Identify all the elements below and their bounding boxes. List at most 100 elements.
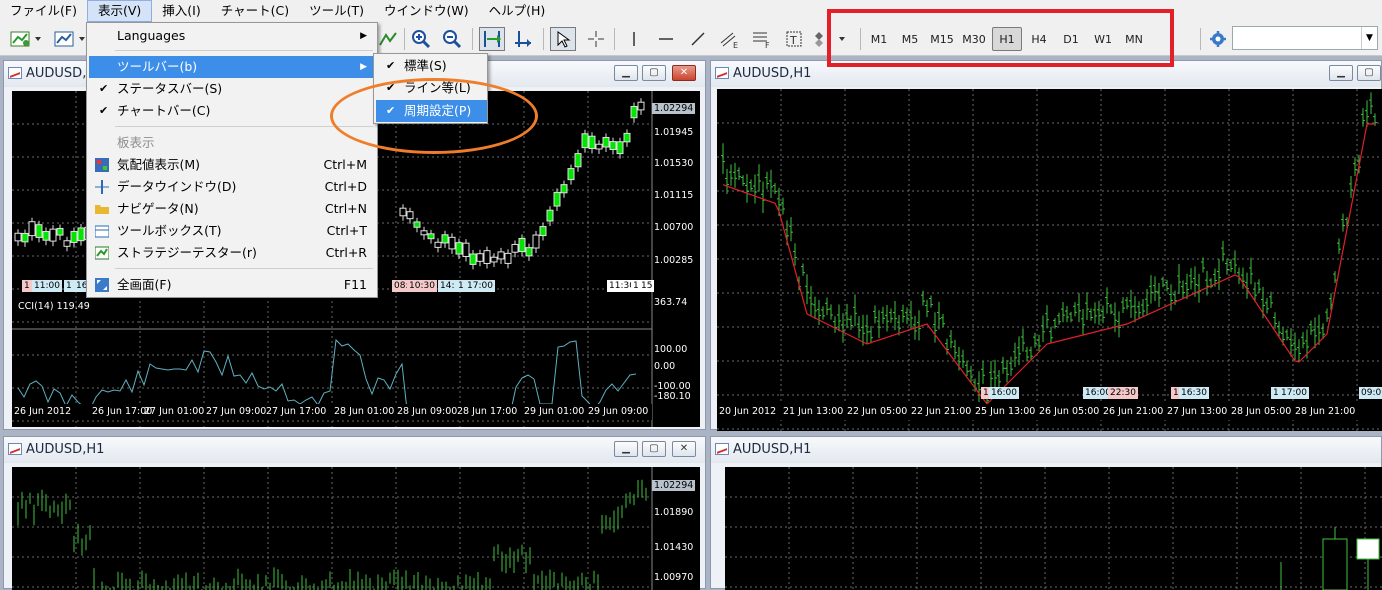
menu-help[interactable]: ヘルプ(H) (479, 0, 556, 22)
time-label: 28 Jun 09:00 (397, 406, 458, 417)
time-label: 27 Jun 01:00 (144, 406, 205, 417)
candle (483, 250, 491, 264)
menu-bar: ファイル(F) 表示(V) 挿入(I) チャート(C) ツール(T) ウインドウ… (0, 0, 1382, 22)
chart-canvas[interactable] (717, 89, 1382, 431)
price-label: 1.01945 (654, 127, 694, 138)
maximize-button[interactable]: ▢ (1357, 65, 1381, 81)
menu-chart[interactable]: チャート(C) (211, 0, 299, 22)
candle (420, 230, 428, 236)
menu-item-statusbar[interactable]: ✔ ステータスバー(S) (89, 78, 375, 100)
chart-window-2[interactable]: AUDUSD,H1 ▁ ▢ 1 16:00 16:00 22:30 1 16:3… (710, 60, 1382, 431)
menu-item-depth-of-market: 板表示 (117, 135, 155, 150)
close-button[interactable]: ✕ (672, 441, 696, 457)
candle (462, 242, 470, 257)
menu-item-toolbar[interactable]: ツールバー(b) ▶ (89, 56, 375, 78)
menu-item-languages[interactable]: Languages ▶ (89, 25, 375, 47)
search-combo[interactable]: ▼ (1232, 26, 1378, 50)
horizontal-line-icon[interactable] (655, 27, 677, 51)
candle (35, 224, 43, 238)
maximize-button[interactable]: ▢ (642, 65, 666, 81)
chart-window-3[interactable]: AUDUSD,H1 ▁ ▢ ✕ 1.01890 1.01430 1.00970 … (3, 436, 706, 590)
fullscreen-icon (95, 278, 109, 292)
equidistant-channel-icon[interactable]: E (718, 27, 742, 51)
candle (77, 227, 85, 242)
data-window-icon (95, 180, 109, 194)
moving-average-line (722, 123, 1375, 405)
window-caption[interactable]: AUDUSD,H1 (711, 437, 1381, 463)
menu-insert[interactable]: 挿入(I) (152, 0, 210, 22)
candle (1356, 538, 1380, 560)
crosshair-icon[interactable] (583, 27, 609, 51)
line-chart-icon[interactable] (377, 27, 399, 51)
maximize-button[interactable]: ▢ (642, 441, 666, 457)
cci-level-label: 363.74 (654, 297, 688, 308)
time-tag: 22:30 (1108, 387, 1138, 399)
submenu-item-standard[interactable]: ✔ 標準(S) (376, 55, 487, 77)
new-chart-icon[interactable] (8, 27, 44, 51)
menu-item-fullscreen[interactable]: 全画面(F) F11 (89, 274, 375, 296)
submenu-item-line-studies[interactable]: ✔ ライン等(L) (376, 77, 487, 99)
candle (476, 253, 484, 262)
menu-item-navigator[interactable]: ナビゲータ(N) Ctrl+N (89, 198, 375, 220)
chart-window-icon (8, 67, 22, 79)
chart-window-icon (715, 67, 729, 79)
time-label: 22 Jun 21:00 (911, 406, 972, 417)
time-label: 29 Jun 01:00 (524, 406, 585, 417)
candle (532, 234, 540, 249)
menu-item-chartbar[interactable]: ✔ チャートバー(C) (89, 100, 375, 122)
time-label: 27 Jun 13:00 (1167, 406, 1228, 417)
market-watch-icon (95, 158, 109, 172)
menu-window[interactable]: ウインドウ(W) (374, 0, 479, 22)
chart-window-4[interactable]: AUDUSD,H1 (710, 436, 1382, 590)
menu-item-market-watch[interactable]: 気配値表示(M) Ctrl+M (89, 154, 375, 176)
price-chart-svg (12, 467, 653, 590)
candle (448, 236, 456, 250)
chevron-down-icon[interactable]: ▼ (1361, 27, 1377, 49)
chart-canvas[interactable] (725, 467, 1382, 590)
minimize-button[interactable]: ▁ (614, 65, 638, 81)
close-button[interactable]: ✕ (672, 65, 696, 81)
time-tag: 1 (64, 280, 74, 292)
window-caption[interactable]: AUDUSD,H1 ▁ ▢ ✕ (4, 437, 705, 463)
candle (567, 168, 575, 181)
check-icon: ✔ (386, 59, 396, 72)
window-title: AUDUSD,H1 (733, 66, 812, 81)
candle (42, 231, 50, 241)
settings-gear-icon[interactable] (1207, 27, 1229, 51)
text-icon[interactable]: T (783, 27, 805, 51)
menu-item-data-window[interactable]: データウインドウ(D) Ctrl+D (89, 176, 375, 198)
candle (399, 207, 407, 217)
menu-view[interactable]: 表示(V) (86, 0, 153, 22)
minimize-button[interactable]: ▁ (614, 441, 638, 457)
time-label: 28 Jun 17:00 (457, 406, 518, 417)
svg-text:T: T (789, 34, 797, 47)
chart-canvas[interactable] (12, 467, 700, 590)
trendline-icon[interactable] (687, 27, 709, 51)
menu-item-toolbox[interactable]: ツールボックス(T) Ctrl+T (89, 220, 375, 242)
minimize-button[interactable]: ▁ (1329, 65, 1353, 81)
menu-tools[interactable]: ツール(T) (299, 0, 374, 22)
cursor-icon[interactable] (550, 27, 576, 51)
fibonacci-icon[interactable]: F (750, 27, 774, 51)
submenu-item-periodicity[interactable]: ✔ 周期設定(P) (376, 100, 487, 122)
zoom-out-icon[interactable] (441, 27, 463, 51)
svg-text:F: F (765, 41, 770, 49)
candle (602, 136, 610, 148)
profiles-icon[interactable] (52, 27, 88, 51)
menu-item-strategy-tester[interactable]: ストラテジーテスター(r) Ctrl+R (89, 242, 375, 264)
chart-shift-icon[interactable] (510, 27, 536, 51)
candle (630, 106, 638, 119)
price-chart-svg (717, 89, 1382, 431)
menu-file[interactable]: ファイル(F) (0, 0, 87, 22)
annotation-red-box (827, 9, 1174, 67)
price-label: 1.01530 (654, 158, 694, 169)
time-label: 27 Jun 09:00 (206, 406, 267, 417)
candle (441, 234, 449, 244)
auto-scroll-icon[interactable] (479, 27, 505, 51)
cci-label: CCI(14) 119.49 (18, 301, 90, 312)
candle (609, 141, 617, 151)
vertical-line-icon[interactable] (623, 27, 645, 51)
time-label: 25 Jun 13:00 (975, 406, 1036, 417)
zoom-in-icon[interactable] (410, 27, 432, 51)
candle (539, 226, 547, 237)
